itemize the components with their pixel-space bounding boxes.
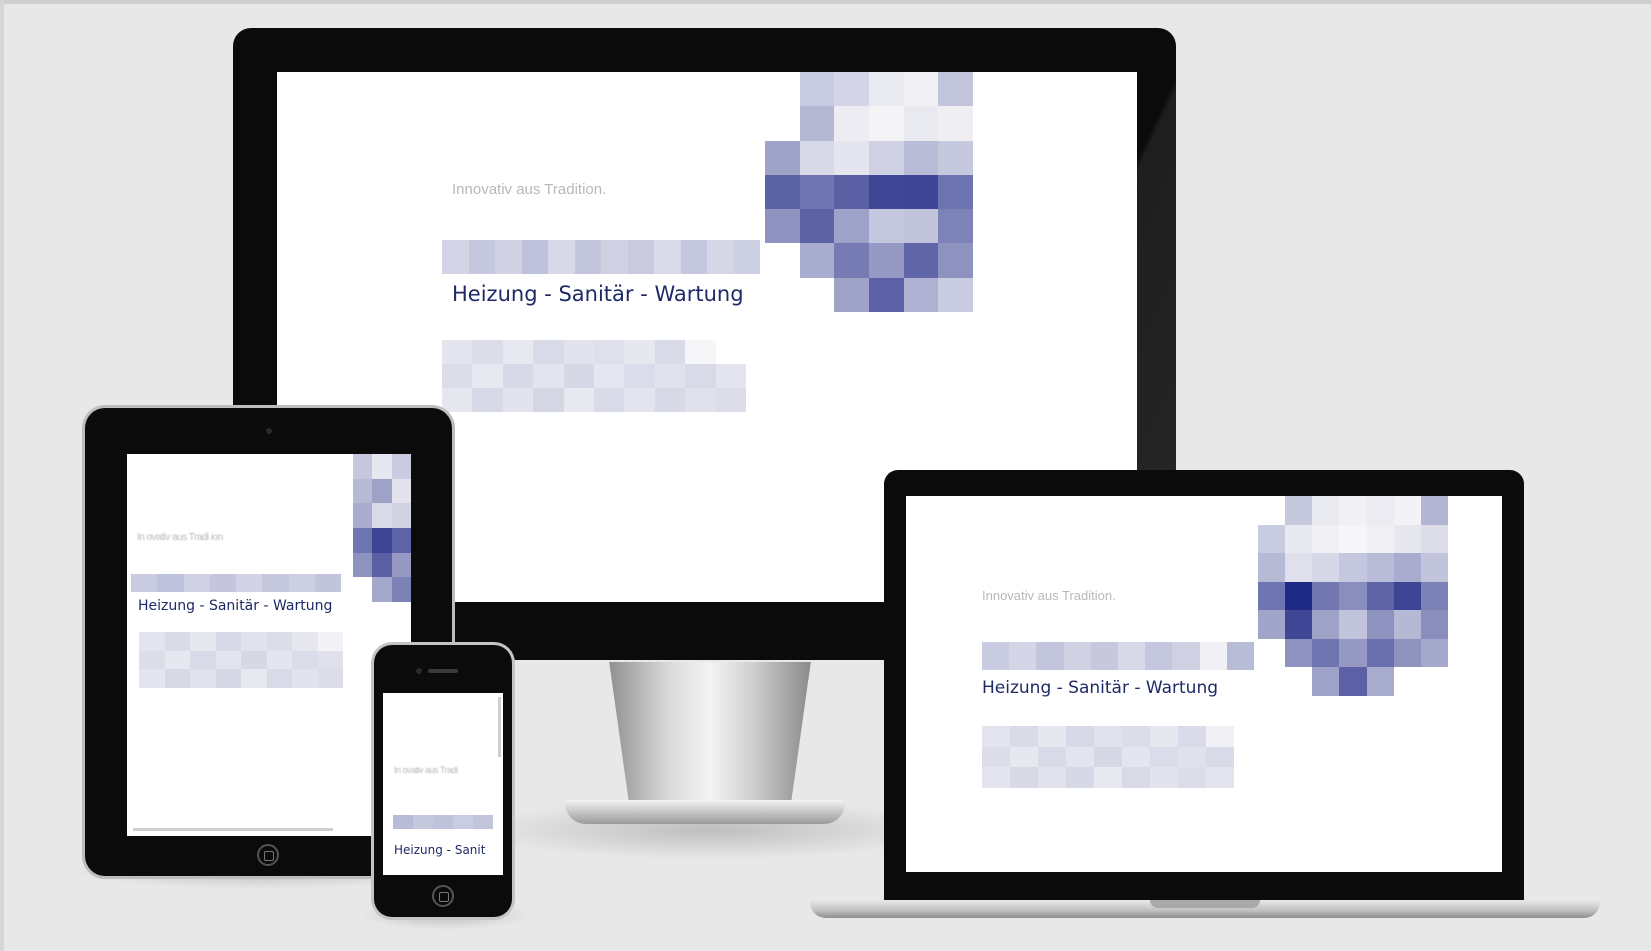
home-button-icon[interactable] (257, 844, 279, 866)
window-left-border (0, 0, 4, 951)
services-heading: Heizung - Sanit (394, 843, 486, 857)
pixelated-text-block (442, 340, 746, 412)
camera-icon (266, 428, 272, 434)
pixelated-logo (1258, 496, 1448, 696)
pixelated-logo (765, 72, 973, 312)
tablet-scrollbar[interactable] (133, 828, 333, 831)
pixelated-heading (442, 240, 760, 274)
tagline: Innovativ aus Tradition. (452, 181, 607, 198)
monitor-stand-base (565, 800, 845, 824)
services-heading: Heizung - Sanitär - Wartung (982, 678, 1219, 698)
services-heading: Heizung - Sanitär - Wartung (138, 598, 333, 614)
smartphone: In ovativ aus Tradi Heizung - Sanit (374, 645, 512, 917)
speaker-icon (428, 669, 458, 673)
window-top-border (0, 0, 1651, 4)
laptop-screen: Innovativ aus Tradition. Heizung - Sanit… (906, 496, 1502, 872)
home-button-icon[interactable] (432, 885, 454, 907)
pixelated-text-block (139, 632, 343, 688)
tagline: In ovativ aus Tradi (394, 765, 458, 775)
phone-scrollbar[interactable] (498, 697, 501, 757)
monitor-stand (609, 662, 811, 812)
pixelated-text-block (982, 726, 1234, 788)
pixelated-logo (353, 454, 411, 602)
camera-icon (416, 668, 422, 674)
pixelated-heading (131, 574, 341, 592)
pixelated-heading (393, 815, 493, 829)
pixelated-heading (982, 642, 1255, 670)
laptop-trackpad-notch (1150, 900, 1260, 908)
phone-screen: In ovativ aus Tradi Heizung - Sanit (383, 693, 503, 875)
services-heading: Heizung - Sanitär - Wartung (452, 282, 744, 306)
tablet-screen: In ovativ aus Tradi ion Heizung - Sanitä… (127, 454, 411, 836)
laptop: Innovativ aus Tradition. Heizung - Sanit… (884, 470, 1524, 902)
tagline: Innovativ aus Tradition. (982, 588, 1116, 603)
tagline: In ovativ aus Tradi ion (137, 532, 223, 543)
